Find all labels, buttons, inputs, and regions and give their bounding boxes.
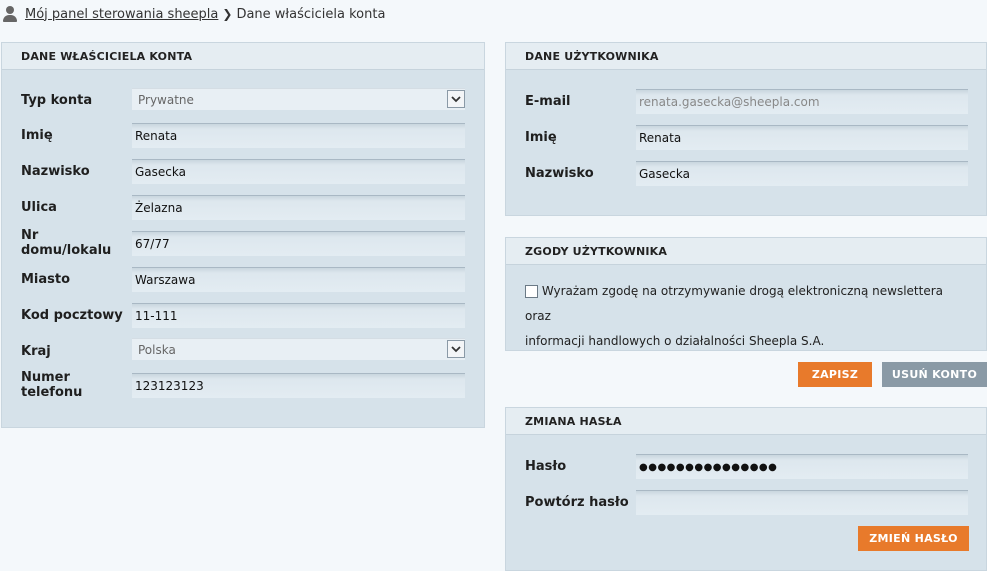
city-field[interactable]: Warszawa (132, 267, 465, 292)
house-number-label: Nr domu/lokalu (21, 228, 112, 258)
account-type-label: Typ konta (21, 92, 93, 108)
user-icon (2, 6, 18, 22)
user-first-name-field[interactable]: Renata (636, 125, 968, 150)
first-name-field[interactable]: Renata (132, 123, 465, 148)
street-field[interactable]: Żelazna (132, 195, 465, 220)
owner-panel: DANE WŁAŚCICIELA KONTA Typ konta Prywatn… (1, 42, 485, 428)
chevron-down-icon[interactable] (447, 340, 465, 358)
account-type-value: Prywatne (138, 92, 194, 107)
user-first-name-label: Imię (525, 129, 557, 145)
email-field[interactable]: renata.gasecka@sheepla.com (636, 89, 968, 114)
last-name-field[interactable]: Gasecka (132, 159, 465, 184)
password-field[interactable]: ●●●●●●●●●●●●●●● (636, 454, 968, 479)
user-panel: DANE UŻYTKOWNIKA E-mail renata.gasecka@s… (505, 42, 987, 216)
phone-label: Numer telefonu (21, 370, 83, 400)
breadcrumb-current: Dane właściciela konta (236, 6, 386, 22)
delete-account-button[interactable]: USUŃ KONTO (882, 362, 987, 387)
user-panel-title: DANE UŻYTKOWNIKA (506, 43, 986, 70)
owner-panel-title: DANE WŁAŚCICIELA KONTA (2, 43, 484, 70)
newsletter-consent-text-1: Wyrażam zgodę na otrzymywanie drogą elek… (525, 284, 943, 323)
phone-field[interactable]: 123123123 (132, 373, 465, 398)
repeat-password-field[interactable] (636, 490, 968, 515)
save-button[interactable]: ZAPISZ (798, 362, 872, 387)
newsletter-consent-text-2: informacji handlowych o działalności She… (525, 334, 825, 348)
user-last-name-field[interactable]: Gasecka (636, 161, 968, 186)
chevron-down-icon[interactable] (447, 90, 465, 108)
consents-panel: ZGODY UŻYTKOWNIKA Wyrażam zgodę na otrzy… (505, 237, 987, 351)
breadcrumb-home-link[interactable]: Mój panel sterowania sheepla (25, 7, 218, 22)
country-select[interactable]: Polska (132, 338, 465, 360)
newsletter-consent: Wyrażam zgodę na otrzymywanie drogą elek… (525, 279, 964, 354)
user-last-name-label: Nazwisko (525, 165, 594, 181)
repeat-password-label: Powtórz hasło (525, 494, 629, 510)
email-label: E-mail (525, 93, 571, 109)
postal-code-label: Kod pocztowy (21, 307, 123, 323)
account-type-select[interactable]: Prywatne (132, 88, 465, 110)
first-name-label: Imię (21, 127, 53, 143)
consents-panel-title: ZGODY UŻYTKOWNIKA (506, 238, 986, 265)
password-panel: ZMIANA HASŁA Hasło ●●●●●●●●●●●●●●● Powtó… (505, 407, 987, 571)
postal-code-field[interactable]: 11-111 (132, 303, 465, 328)
chevron-right-icon: ❯ (222, 7, 233, 21)
change-password-button[interactable]: ZMIEŃ HASŁO (858, 526, 969, 551)
breadcrumb: Mój panel sterowania sheepla ❯ Dane właś… (2, 4, 385, 24)
password-label: Hasło (525, 458, 567, 474)
house-number-field[interactable]: 67/77 (132, 231, 465, 256)
country-value: Polska (138, 342, 176, 357)
last-name-label: Nazwisko (21, 163, 90, 179)
street-label: Ulica (21, 199, 57, 215)
newsletter-checkbox[interactable] (525, 285, 538, 298)
password-panel-title: ZMIANA HASŁA (506, 408, 986, 435)
country-label: Kraj (21, 343, 51, 359)
city-label: Miasto (21, 271, 71, 287)
